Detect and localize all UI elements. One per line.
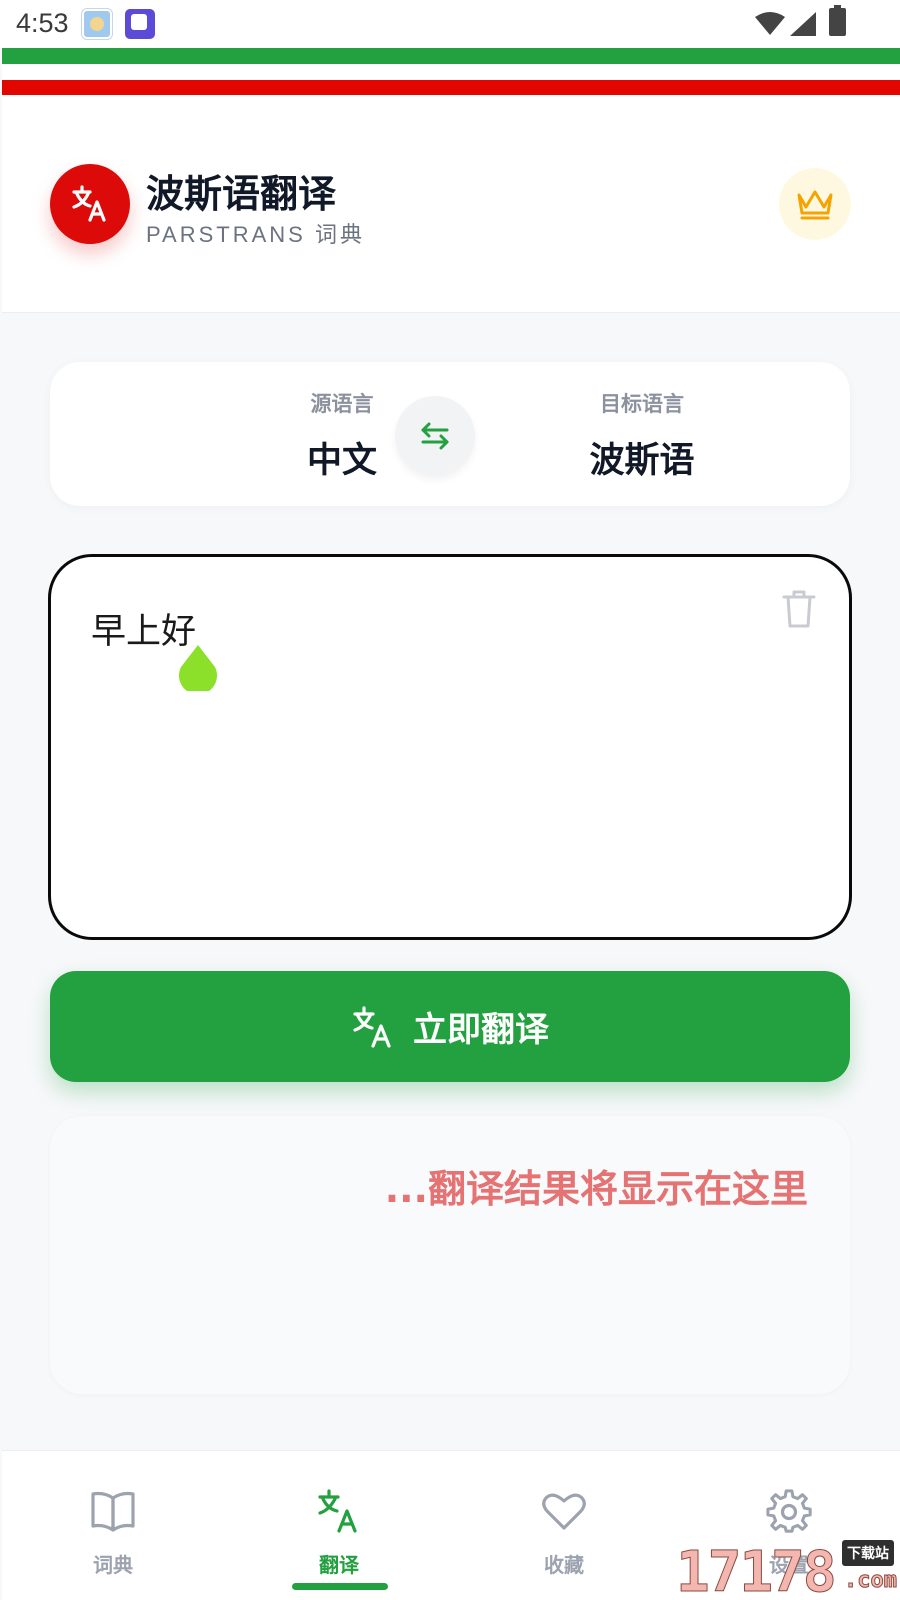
flag-stripe-red bbox=[2, 80, 900, 95]
target-language-value: 波斯语 bbox=[589, 441, 695, 481]
source-text-area[interactable]: 早上好 bbox=[48, 554, 852, 940]
text-cursor-handle[interactable] bbox=[177, 643, 219, 691]
translation-result-panel: ...翻译结果将显示在这里 bbox=[50, 1116, 850, 1394]
nav-item-favorites[interactable]: 收藏 bbox=[504, 1485, 624, 1578]
wifi-icon bbox=[755, 12, 785, 35]
language-selector: 源语言 中文 目标语言 波斯语 bbox=[50, 362, 850, 506]
heart-icon bbox=[542, 1493, 586, 1530]
status-time: 4:53 bbox=[16, 8, 69, 38]
translate-icon bbox=[72, 185, 106, 222]
app-logo bbox=[50, 164, 130, 244]
app-title: 波斯语翻译 bbox=[146, 172, 337, 216]
flag-stripe-green bbox=[2, 48, 900, 64]
app-header: 波斯语翻译 PARSTRANS 词典 bbox=[2, 95, 900, 313]
translate-icon bbox=[353, 1005, 391, 1048]
swap-icon bbox=[421, 422, 449, 450]
gear-icon bbox=[766, 1489, 812, 1533]
nav-label-translate: 翻译 bbox=[319, 1553, 359, 1577]
translate-button[interactable]: 立即翻译 bbox=[50, 971, 850, 1082]
result-placeholder: ...翻译结果将显示在这里 bbox=[384, 1167, 808, 1211]
crown-icon bbox=[797, 190, 833, 220]
app-subtitle: PARSTRANS 词典 bbox=[146, 222, 365, 247]
notification-app-icon bbox=[125, 9, 155, 39]
nav-item-dictionary[interactable]: 词典 bbox=[53, 1485, 173, 1578]
watermark: 17178 下载站 .com bbox=[676, 1540, 900, 1600]
signal-icon bbox=[790, 12, 816, 36]
nav-label-favorites: 收藏 bbox=[544, 1553, 584, 1577]
trash-icon[interactable] bbox=[779, 588, 819, 630]
status-bar: 4:53 bbox=[0, 0, 900, 48]
target-language-caption: 目标语言 bbox=[600, 392, 684, 416]
book-icon bbox=[91, 1491, 135, 1532]
notification-app-icon bbox=[82, 9, 112, 39]
battery-icon bbox=[829, 5, 846, 36]
nav-item-translate[interactable]: 翻译 bbox=[279, 1485, 399, 1578]
watermark-number: 17178 bbox=[676, 1540, 838, 1600]
watermark-badge: 下载站 bbox=[842, 1540, 894, 1566]
active-tab-indicator bbox=[292, 1583, 388, 1590]
flag-stripe-white bbox=[2, 64, 900, 80]
translate-icon bbox=[318, 1489, 357, 1533]
nav-label-dictionary: 词典 bbox=[93, 1553, 133, 1577]
swap-languages-button[interactable] bbox=[395, 396, 475, 476]
watermark-suffix: .com bbox=[844, 1568, 898, 1594]
translate-button-label: 立即翻译 bbox=[413, 1010, 549, 1050]
target-language-selector[interactable]: 目标语言 波斯语 bbox=[552, 388, 732, 483]
premium-button[interactable] bbox=[779, 168, 851, 240]
